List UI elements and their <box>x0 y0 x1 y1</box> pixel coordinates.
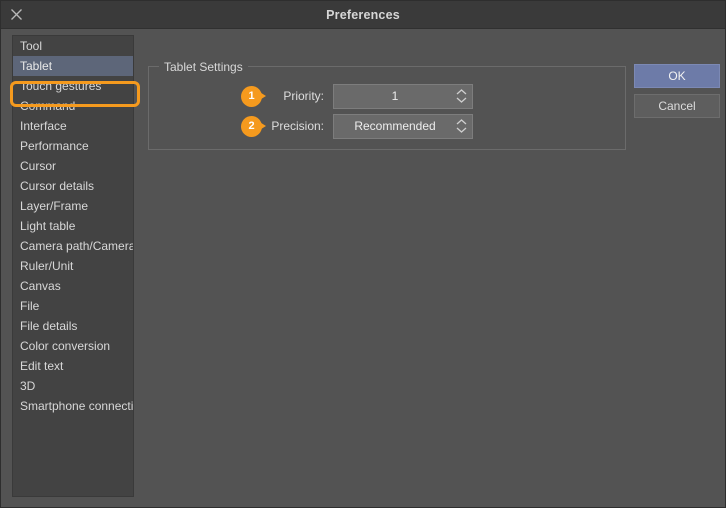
priority-row: 1 Priority: 1 <box>241 83 473 109</box>
sidebar-item-file[interactable]: File <box>13 296 133 316</box>
sidebar-item-command[interactable]: Command <box>13 96 133 116</box>
step-badge-2: 2 <box>241 115 266 137</box>
sidebar-item-ruler-unit[interactable]: Ruler/Unit <box>13 256 133 276</box>
close-icon[interactable] <box>7 6 25 24</box>
sidebar-item-light-table[interactable]: Light table <box>13 216 133 236</box>
dialog-body: Tool Tablet Touch gestures Command Interface… <box>1 29 725 507</box>
precision-label: Precision: <box>271 119 324 133</box>
page-title: Preferences <box>326 7 400 22</box>
sidebar-item-canvas[interactable]: Canvas <box>13 276 133 296</box>
sidebar-item-touch-gestures[interactable]: Touch gestures <box>13 76 133 96</box>
ok-button[interactable]: OK <box>634 64 720 88</box>
sidebar-item-3d[interactable]: 3D <box>13 376 133 396</box>
badge-number: 2 <box>241 115 262 137</box>
sidebar-item-performance[interactable]: Performance <box>13 136 133 156</box>
precision-row: 2 Precision: Recommended <box>241 113 473 139</box>
sidebar-item-cursor[interactable]: Cursor <box>13 156 133 176</box>
cancel-button[interactable]: Cancel <box>634 94 720 118</box>
sidebar-item-tool[interactable]: Tool <box>13 36 133 56</box>
title-bar: Preferences <box>1 1 725 29</box>
sidebar-item-tablet[interactable]: Tablet <box>13 56 133 76</box>
chevron-up-down-icon[interactable] <box>456 89 467 103</box>
precision-stepper[interactable]: Recommended <box>333 113 473 139</box>
tablet-settings-legend: Tablet Settings <box>159 60 248 74</box>
sidebar-item-file-details[interactable]: File details <box>13 316 133 336</box>
sidebar-item-smartphone-connection[interactable]: Smartphone connection <box>13 396 133 416</box>
sidebar-item-cursor-details[interactable]: Cursor details <box>13 176 133 196</box>
sidebar-item-edit-text[interactable]: Edit text <box>13 356 133 376</box>
category-list[interactable]: Tool Tablet Touch gestures Command Interface… <box>12 35 134 497</box>
priority-stepper[interactable]: 1 <box>333 83 473 109</box>
priority-value: 1 <box>391 89 399 103</box>
precision-value: Recommended <box>354 119 436 133</box>
badge-number: 1 <box>241 85 262 107</box>
preferences-dialog: Preferences Tool Tablet Touch gestures Comm… <box>0 0 726 508</box>
step-badge-1: 1 <box>241 85 266 107</box>
sidebar-item-interface[interactable]: Interface <box>13 116 133 136</box>
sidebar-item-color-conversion[interactable]: Color conversion <box>13 336 133 356</box>
priority-label: Priority: <box>283 89 324 103</box>
chevron-up-down-icon[interactable] <box>456 119 467 133</box>
sidebar-item-layer-frame[interactable]: Layer/Frame <box>13 196 133 216</box>
sidebar-item-camera-path-camera[interactable]: Camera path/Camera <box>13 236 133 256</box>
